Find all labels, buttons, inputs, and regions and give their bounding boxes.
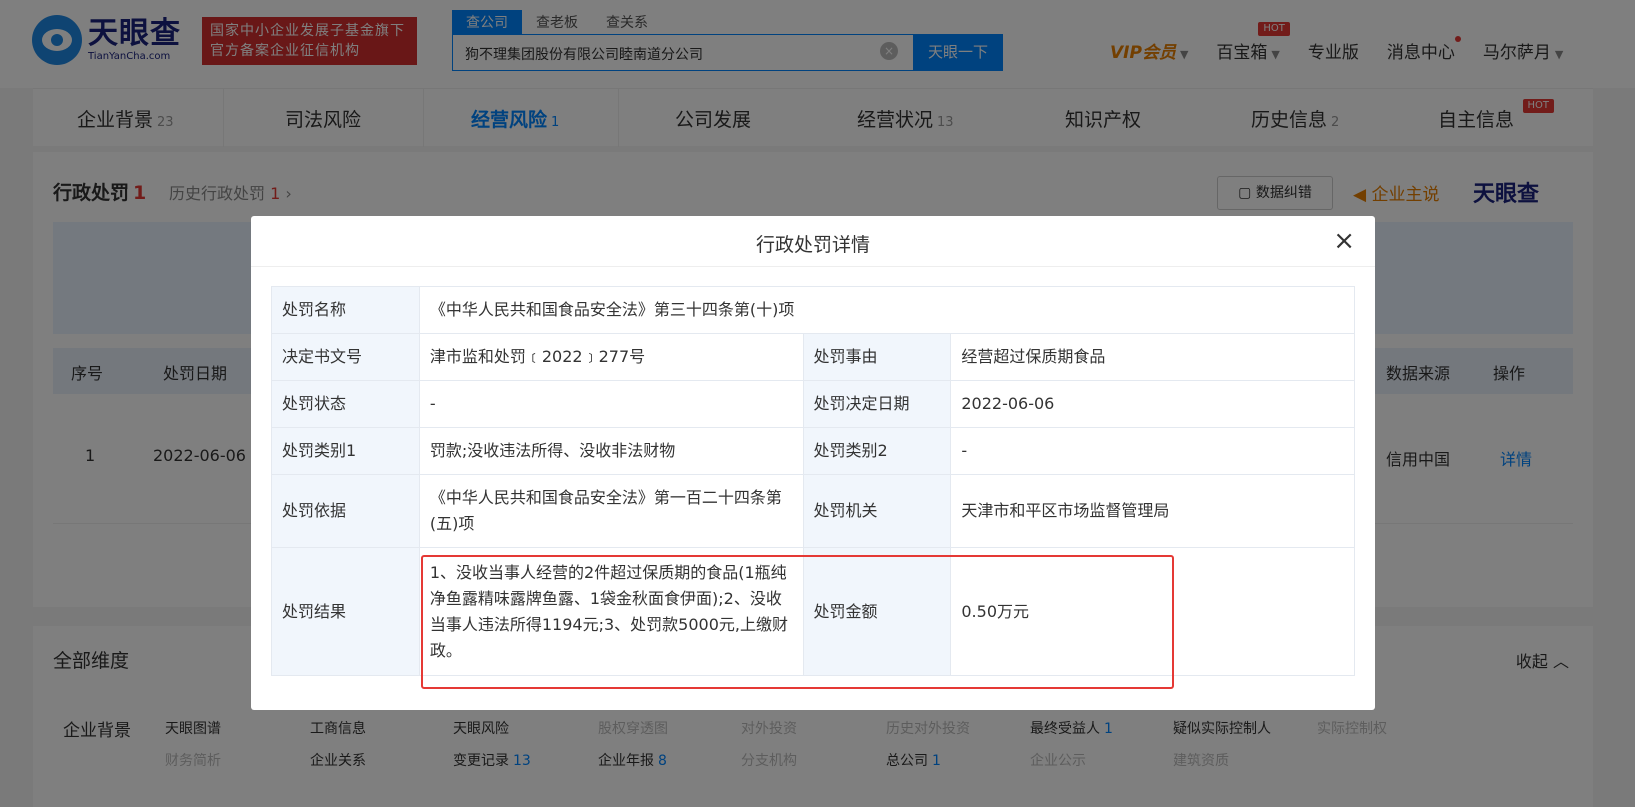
label-penalty-reason: 处罚事由 <box>802 333 952 381</box>
label-penalty-name: 处罚名称 <box>271 286 420 334</box>
value-penalty-reason: 经营超过保质期食品 <box>950 333 1355 381</box>
label-penalty-org: 处罚机关 <box>802 474 952 548</box>
label-penalty-basis: 处罚依据 <box>271 474 420 548</box>
value-penalty-basis: 《中华人民共和国食品安全法》第一百二十四条第(五)项 <box>418 474 804 548</box>
label-penalty-result: 处罚结果 <box>271 547 420 676</box>
value-penalty-org: 天津市和平区市场监督管理局 <box>950 474 1355 548</box>
value-penalty-type2: - <box>950 427 1355 475</box>
label-penalty-status: 处罚状态 <box>271 380 420 428</box>
divider <box>251 266 1375 267</box>
close-icon[interactable]: × <box>1333 228 1355 254</box>
label-penalty-type2: 处罚类别2 <box>802 427 952 475</box>
value-doc-number: 津市监和处罚﹝2022﹞277号 <box>418 333 804 381</box>
modal-title: 行政处罚详情 <box>755 234 870 256</box>
table-row: 处罚依据 《中华人民共和国食品安全法》第一百二十四条第(五)项 处罚机关 天津市… <box>271 474 1355 548</box>
table-row: 处罚状态 - 处罚决定日期 2022-06-06 <box>271 380 1355 428</box>
label-decision-date: 处罚决定日期 <box>802 380 952 428</box>
table-row: 处罚名称 《中华人民共和国食品安全法》第三十四条第(十)项 <box>271 286 1356 334</box>
value-penalty-status: - <box>418 380 804 428</box>
value-decision-date: 2022-06-06 <box>950 380 1355 428</box>
table-row: 决定书文号 津市监和处罚﹝2022﹞277号 处罚事由 经营超过保质期食品 <box>271 333 1355 381</box>
label-doc-number: 决定书文号 <box>271 333 420 381</box>
highlight-box <box>421 555 1174 689</box>
value-penalty-type1: 罚款;没收违法所得、没收非法财物 <box>418 427 804 475</box>
value-penalty-name: 《中华人民共和国食品安全法》第三十四条第(十)项 <box>418 286 1356 334</box>
table-row: 处罚类别1 罚款;没收违法所得、没收非法财物 处罚类别2 - <box>271 427 1355 475</box>
label-penalty-type1: 处罚类别1 <box>271 427 420 475</box>
